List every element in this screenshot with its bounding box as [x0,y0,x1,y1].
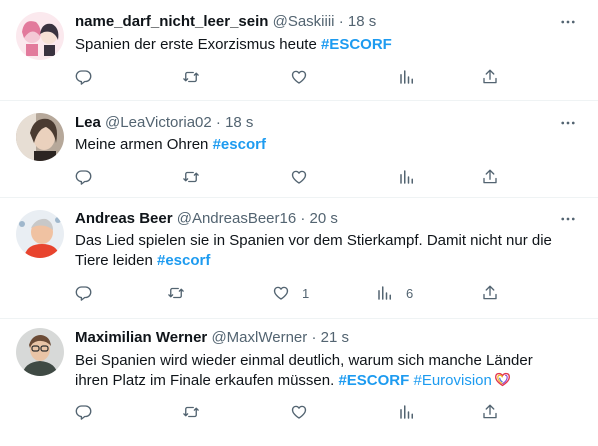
reply-icon [75,68,93,86]
retweet-icon [182,168,200,186]
handle[interactable]: @MaxlWerner [211,329,307,346]
more-icon[interactable] [556,113,580,133]
views-button[interactable] [398,67,428,87]
hashtag[interactable]: #ESCORF [321,36,392,53]
tweet[interactable]: Andreas Beer @AndreasBeer16 · 20 s Das L… [0,198,598,319]
tweet-text-plain: Meine armen Ohren [75,136,213,153]
display-name[interactable]: Andreas Beer [75,210,173,227]
separator-dot: · [215,114,221,131]
tweet-text-line: Tiere leiden #escorf [75,251,568,271]
tweet[interactable]: Maximilian Werner @MaxlWerner · 21 s Bei… [0,319,598,446]
handle[interactable]: @AndreasBeer16 [177,210,296,227]
reply-icon [75,168,93,186]
hashtag[interactable]: #ESCORF [338,372,409,389]
tweet[interactable]: Lea @LeaVictoria02 · 18 s Meine armen Oh… [0,101,598,198]
tweet-text-line: Bei Spanien wird wieder einmal deutlich,… [75,352,533,369]
like-icon [290,68,308,86]
share-icon [481,403,499,421]
tweet-text-line: ihren Platz im Finale erkaufen müssen. #… [75,371,568,394]
timestamp[interactable]: 20 s [310,210,338,227]
like-icon [290,403,308,421]
tweet-text: Bei Spanien wird wieder einmal deutlich,… [75,351,568,394]
retweet-button[interactable] [182,67,212,87]
separator-dot: · [338,13,344,30]
views-button[interactable] [398,167,428,187]
tweet-actions [75,402,505,422]
retweet-button[interactable] [182,402,212,422]
retweet-icon [182,403,200,421]
display-name[interactable]: name_darf_nicht_leer_sein [75,13,268,30]
avatar[interactable] [16,210,64,258]
views-button[interactable]: 6 [376,283,413,303]
share-button[interactable] [481,67,499,87]
separator-dot: · [300,210,306,227]
tweet-text-plain: Spanien der erste Exorzismus heute [75,36,321,53]
timestamp[interactable]: 18 s [225,114,253,131]
avatar[interactable] [16,328,64,376]
share-icon [481,168,499,186]
more-icon[interactable] [556,209,580,229]
tweet-header: Lea @LeaVictoria02 · 18 s [75,113,548,133]
tweet-text-plain: Tiere leiden [75,252,157,269]
more-icon[interactable] [556,12,580,32]
hashtag[interactable]: #Eurovision [413,372,491,389]
tweet-actions [75,67,505,87]
views-icon [398,403,416,421]
tweet-text: Meine armen Ohren #escorf [75,135,568,155]
avatar[interactable] [16,113,64,161]
tweet-text-plain: ihren Platz im Finale erkaufen müssen. [75,372,339,389]
tweet-text: Das Lied spielen sie in Spanien vor dem … [75,231,568,271]
reply-button[interactable] [75,402,105,422]
handle[interactable]: @Saskiiii [273,13,335,30]
like-count: 1 [302,285,310,301]
display-name[interactable]: Lea [75,114,101,131]
tweet-actions [75,167,505,187]
separator-dot: · [311,329,317,346]
tweet-header: Andreas Beer @AndreasBeer16 · 20 s [75,209,548,229]
retweet-button[interactable] [167,283,197,303]
view-count: 6 [406,285,414,301]
eurovision-heart-icon [494,371,511,394]
reply-button[interactable] [75,283,105,303]
timeline: name_darf_nicht_leer_sein @Saskiiii · 18… [0,0,598,446]
reply-button[interactable] [75,67,105,87]
timestamp[interactable]: 21 s [321,329,349,346]
like-icon [290,168,308,186]
like-button[interactable] [290,167,320,187]
share-icon [481,68,499,86]
retweet-button[interactable] [182,167,212,187]
tweet-actions: 1 6 [75,283,505,303]
like-button[interactable]: 1 [272,283,309,303]
views-icon [398,168,416,186]
like-button[interactable] [290,67,320,87]
views-icon [376,284,394,302]
views-button[interactable] [398,402,428,422]
tweet-header: Maximilian Werner @MaxlWerner · 21 s [75,328,548,348]
share-button[interactable] [481,283,499,303]
reply-icon [75,284,93,302]
share-button[interactable] [481,167,499,187]
hashtag[interactable]: #escorf [157,252,210,269]
share-icon [481,284,499,302]
like-icon [272,284,290,302]
retweet-icon [167,284,185,302]
like-button[interactable] [290,402,320,422]
tweet-header: name_darf_nicht_leer_sein @Saskiiii · 18… [75,12,548,32]
display-name[interactable]: Maximilian Werner [75,329,207,346]
reply-button[interactable] [75,167,105,187]
views-icon [398,68,416,86]
tweet-text: Spanien der erste Exorzismus heute #ESCO… [75,35,568,55]
hashtag[interactable]: #escorf [213,136,266,153]
retweet-icon [182,68,200,86]
timestamp[interactable]: 18 s [348,13,376,30]
tweet[interactable]: name_darf_nicht_leer_sein @Saskiiii · 18… [0,0,598,101]
reply-icon [75,403,93,421]
handle[interactable]: @LeaVictoria02 [105,114,212,131]
share-button[interactable] [481,402,499,422]
tweet-text-line: Das Lied spielen sie in Spanien vor dem … [75,232,552,249]
avatar[interactable] [16,12,64,60]
